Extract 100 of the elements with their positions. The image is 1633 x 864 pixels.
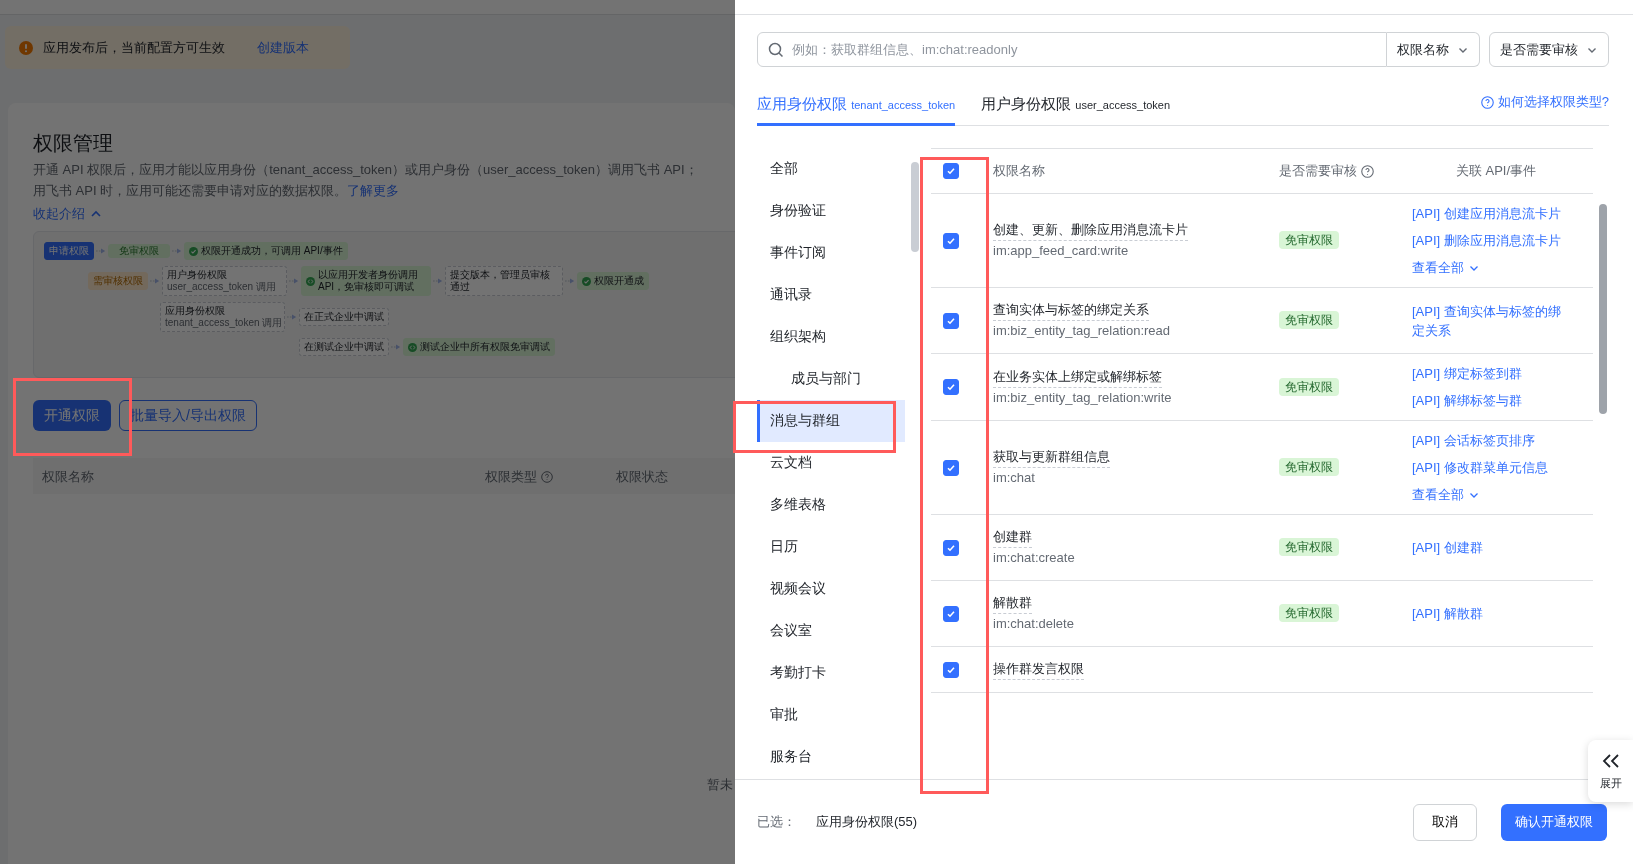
check-icon: [946, 664, 956, 675]
permission-name: 获取与更新群组信息: [993, 447, 1110, 468]
description-text: 用飞书 API 时，应用可能还需要申请对应的数据权限。了解更多: [33, 182, 401, 200]
connector-arrow: [96, 247, 106, 255]
code-icon: [306, 276, 315, 286]
category-item[interactable]: 消息与群组: [757, 400, 905, 442]
flow-node: 在正式企业中调试: [299, 308, 389, 326]
api-link[interactable]: [API] 创建群: [1412, 538, 1562, 557]
category-item[interactable]: 服务台: [757, 736, 905, 778]
check-icon: [946, 315, 956, 326]
notice-text: 应用发布后，当前配置方可生效: [43, 38, 225, 57]
api-link[interactable]: [API] 删除应用消息流卡片: [1412, 231, 1562, 250]
help-icon: [1480, 95, 1494, 109]
permission-scope: im:app_feed_card:write: [993, 242, 1130, 260]
confirm-button[interactable]: 确认开通权限: [1501, 803, 1607, 841]
category-item[interactable]: 日历: [757, 526, 905, 568]
select-all-checkbox[interactable]: [943, 163, 959, 179]
view-all-link[interactable]: 查看全部: [1412, 258, 1562, 277]
check-icon: [946, 542, 956, 553]
check-icon: [946, 166, 956, 176]
review-free-tag: 免审权限: [1279, 231, 1339, 249]
empty-state-text: 暂未: [707, 776, 733, 794]
category-item[interactable]: 考勤打卡: [757, 652, 905, 694]
warning-icon: [19, 40, 33, 55]
search-field[interactable]: 例如：获取群组信息、im:chat:readonly: [757, 32, 1387, 67]
row-checkbox[interactable]: [943, 539, 959, 556]
flow-node: 以应用开发者身份调用 API，免审核即可调试: [301, 266, 431, 296]
permission-name: 在业务实体上绑定或解绑标签: [993, 366, 1162, 388]
permission-type-tab[interactable]: 应用身份权限 tenant_access_token: [757, 95, 956, 126]
category-item[interactable]: 事件订阅: [757, 232, 905, 274]
column-header: 关联 API/事件: [1455, 162, 1537, 180]
category-item[interactable]: 成员与部门: [757, 358, 905, 400]
row-checkbox[interactable]: [943, 232, 959, 249]
permission-scope: im:biz_entity_tag_relation:write: [993, 388, 1173, 407]
connector-arrow: [433, 277, 443, 285]
code-icon: [408, 342, 417, 352]
permission-name: 解散群: [993, 593, 1032, 614]
row-checkbox[interactable]: [943, 379, 959, 395]
category-item[interactable]: 全部: [757, 148, 905, 190]
review-free-tag: 免审权限: [1279, 377, 1339, 396]
description-text: 开通 API 权限后，应用才能以应用身份（tenant_access_token）或用户身份（user_access_token）调用飞书 API；: [33, 161, 699, 179]
column-header: 是否需要审核: [1279, 162, 1357, 180]
category-item[interactable]: 组织架构: [757, 316, 905, 358]
flow-node: 用户身份权限 user_access_token 调用: [162, 266, 287, 296]
selected-label: 已选：: [757, 813, 796, 831]
column-header: 权限名称: [993, 162, 1045, 180]
double-chevron-left-icon: [1600, 751, 1621, 770]
column-header: 权限名称: [42, 468, 94, 486]
permission-name: 操作群发言权限: [993, 659, 1084, 680]
connector-arrow: [172, 247, 182, 255]
permission-scope: im:chat:create: [993, 549, 1076, 567]
search-scope-dropdown[interactable]: 权限名称: [1387, 32, 1480, 67]
column-header: 权限状态: [616, 468, 668, 486]
flow-node: 权限开通成功，可调用 API/事件: [184, 242, 348, 260]
connector-arrow: [150, 277, 160, 285]
review-filter-dropdown[interactable]: 是否需要审核: [1489, 32, 1609, 67]
help-icon[interactable]: [541, 471, 553, 483]
check-circle-icon: [582, 276, 591, 286]
category-item[interactable]: 审批: [757, 694, 905, 736]
api-link[interactable]: [API] 会话标签页排序: [1412, 431, 1562, 450]
api-link[interactable]: [API] 创建应用消息流卡片: [1412, 204, 1562, 223]
row-checkbox[interactable]: [943, 605, 959, 622]
connector-arrow: [287, 313, 297, 321]
flow-node: 权限开通成: [577, 272, 649, 290]
category-item[interactable]: 通讯录: [757, 274, 905, 316]
cancel-button[interactable]: 取消: [1413, 803, 1477, 841]
permission-name: 创建、更新、删除应用消息流卡片: [993, 220, 1188, 241]
category-item[interactable]: 会议室: [757, 610, 905, 652]
category-item[interactable]: 视频会议: [757, 568, 905, 610]
view-all-link[interactable]: 查看全部: [1412, 485, 1562, 504]
permission-scope: im:chat:delete: [993, 615, 1075, 633]
review-free-tag: 免审权限: [1279, 311, 1339, 329]
help-icon[interactable]: [1361, 164, 1374, 178]
connector-arrow: [391, 343, 401, 351]
column-header: 权限类型: [485, 468, 537, 486]
api-link[interactable]: [API] 解绑标签与群: [1412, 391, 1562, 410]
flow-node: 提交版本，管理员审核通过: [445, 266, 563, 296]
category-item[interactable]: 云文档: [757, 442, 905, 484]
selected-summary: 应用身份权限(55): [816, 813, 918, 831]
row-checkbox[interactable]: [943, 459, 959, 476]
expand-button[interactable]: 展开: [1588, 740, 1633, 802]
permission-type-tab[interactable]: 用户身份权限 user_access_token: [981, 95, 1171, 126]
review-free-tag: 免审权限: [1279, 458, 1339, 476]
connector-arrow: [565, 277, 575, 285]
category-item[interactable]: 身份验证: [757, 190, 905, 232]
api-link[interactable]: [API] 解散群: [1412, 604, 1562, 623]
review-free-tag: 免审权限: [1279, 538, 1339, 556]
review-free-tag: 免审权限: [1279, 604, 1339, 622]
row-checkbox[interactable]: [943, 661, 959, 678]
api-link[interactable]: [API] 查询实体与标签的绑定关系: [1412, 301, 1562, 340]
api-link[interactable]: [API] 绑定标签到群: [1412, 364, 1562, 383]
category-item[interactable]: 多维表格: [757, 484, 905, 526]
check-icon: [946, 608, 956, 619]
flow-node: 申请权限: [44, 242, 94, 260]
check-icon: [946, 382, 956, 392]
row-checkbox[interactable]: [943, 312, 959, 329]
flow-node: 应用身份权限 tenant_access_token 调用: [160, 302, 285, 332]
permission-type-help-link[interactable]: 如何选择权限类型?: [1480, 93, 1609, 125]
flow-node: 免审权限: [108, 244, 170, 258]
api-link[interactable]: [API] 修改群菜单元信息: [1412, 458, 1562, 477]
